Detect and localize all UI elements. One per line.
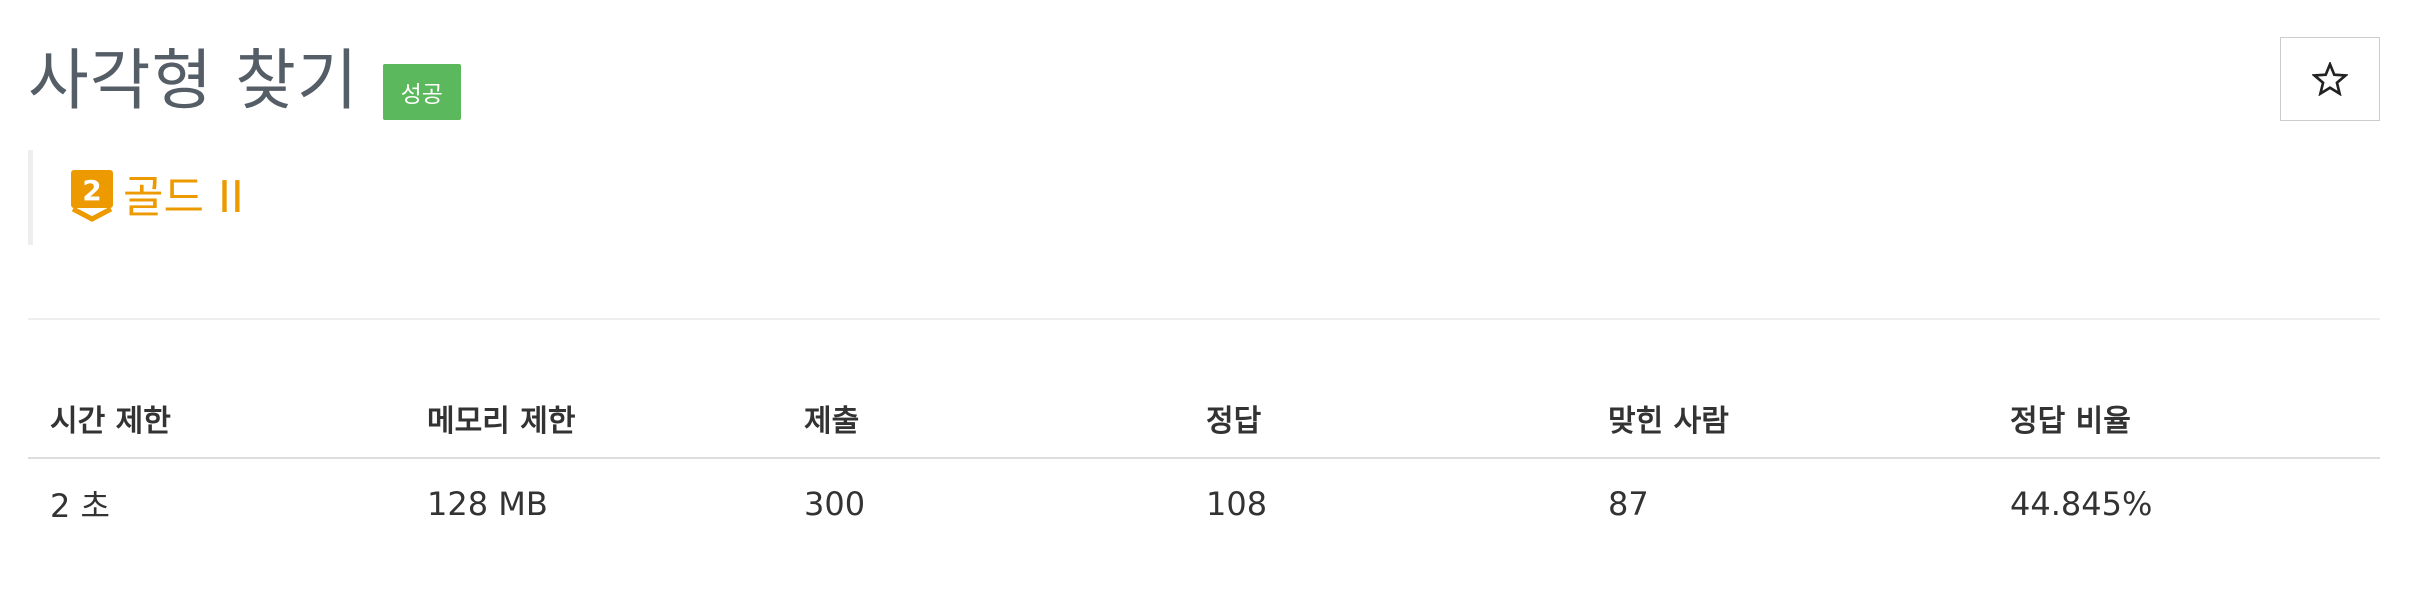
favorite-star-button[interactable] <box>2280 37 2380 121</box>
title-row: 사각형 찾기 성공 <box>28 36 461 126</box>
table-row: 2 초 128 MB 300 108 87 44.845% <box>28 458 2380 548</box>
star-outline-icon <box>2312 62 2348 96</box>
header-memory-limit: 메모리 제한 <box>405 378 782 459</box>
cell-memory-limit: 128 MB <box>427 484 548 523</box>
header-accept-ratio: 정답 비율 <box>1988 378 2380 459</box>
gold-tier-icon: 2 <box>71 169 113 222</box>
cell-accepted: 108 <box>1206 484 1268 523</box>
header-submissions: 제출 <box>782 378 1184 459</box>
problem-page: 사각형 찾기 성공 2 골드 II 시간 제한 메모리 제한 제출 정답 맞힌 … <box>0 0 2416 602</box>
problem-title: 사각형 찾기 <box>28 42 359 119</box>
header-solved-users: 맞힌 사람 <box>1586 378 1988 459</box>
problem-info-table: 시간 제한 메모리 제한 제출 정답 맞힌 사람 정답 비율 2 초 128 M… <box>28 378 2380 548</box>
header-time-limit: 시간 제한 <box>28 378 405 459</box>
section-divider <box>28 318 2380 320</box>
result-badge: 성공 <box>382 64 461 120</box>
cell-time-limit: 2 초 <box>50 486 110 525</box>
tier-name: 골드 II <box>123 171 244 223</box>
header-accepted: 정답 <box>1184 378 1586 459</box>
tier-level-number: 2 <box>82 174 101 207</box>
cell-submissions: 300 <box>804 484 866 523</box>
cell-solved-users: 87 <box>1608 484 1649 523</box>
tier-block: 2 골드 II <box>28 150 244 245</box>
cell-accept-ratio: 44.845% <box>2010 484 2153 523</box>
table-header-row: 시간 제한 메모리 제한 제출 정답 맞힌 사람 정답 비율 <box>28 378 2380 459</box>
